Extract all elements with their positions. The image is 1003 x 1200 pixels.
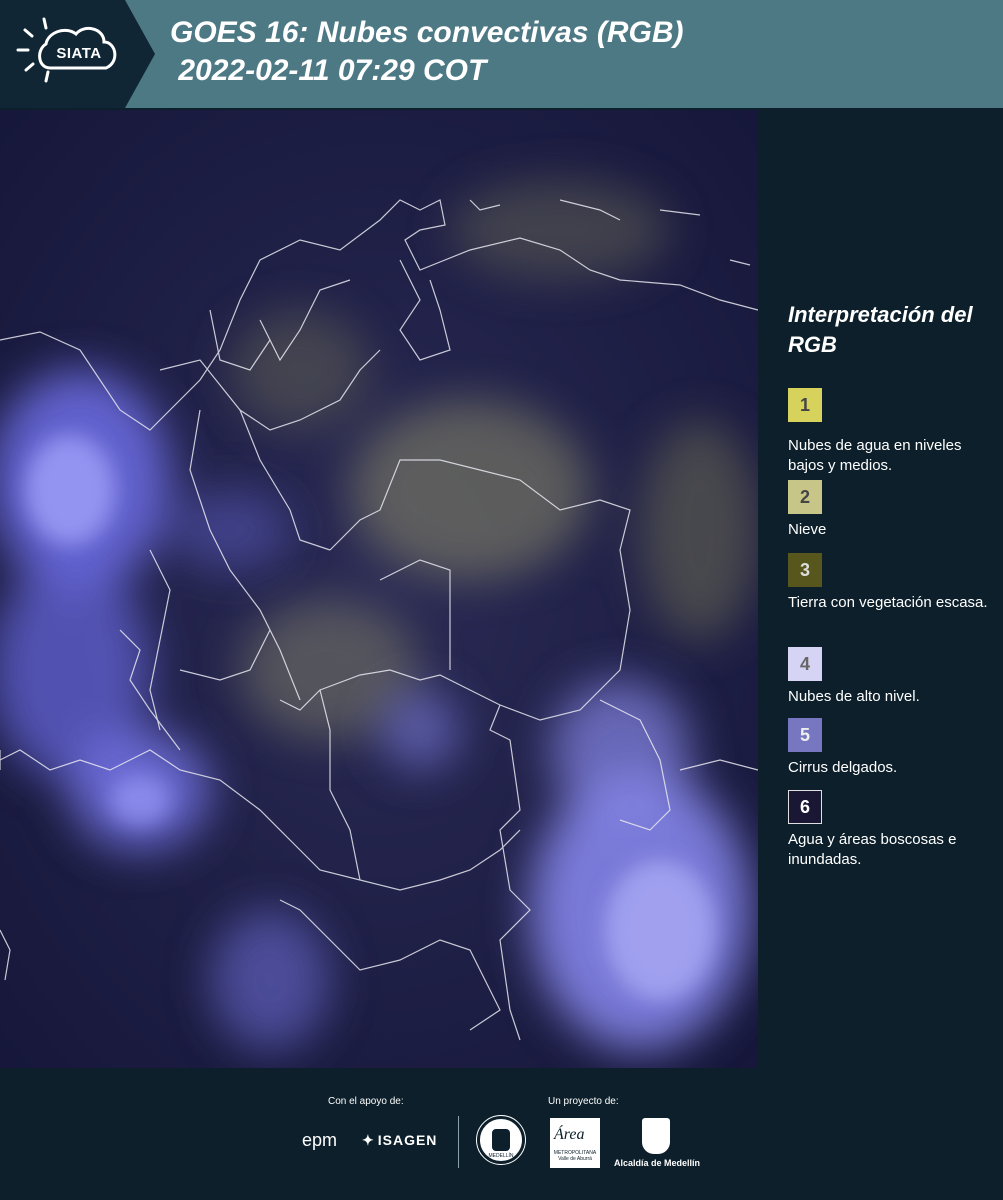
legend-panel: Interpretación del RGB 1 Nubes de agua en…	[770, 110, 1003, 1068]
legend-swatch-6: 6	[788, 790, 822, 824]
legend-swatch-2: 2	[788, 480, 822, 514]
epm-logo: epm	[302, 1130, 338, 1150]
footer-divider	[458, 1116, 459, 1168]
seal-emblem-icon	[492, 1129, 510, 1151]
support-label: Con el apoyo de:	[328, 1096, 404, 1107]
alcaldia-logo: Alcaldía de Medellín	[612, 1118, 702, 1174]
area-metropolitana-logo: Área METROPOLITANA Valle de Aburrá	[550, 1118, 600, 1168]
area-logo-subtext: METROPOLITANA Valle de Aburrá	[553, 1150, 597, 1162]
area-logo-text: Área	[554, 1126, 585, 1143]
legend-label-1: Nubes de agua en niveles bajos y medios.	[788, 437, 962, 474]
footer: Con el apoyo de: Un proyecto de: epm ✦ IS…	[0, 1068, 1003, 1200]
siata-logo-text: SIATA	[56, 45, 102, 62]
page-title: GOES 16: Nubes convectivas (RGB) 2022-02…	[170, 16, 684, 87]
legend-label-2: Nieve	[788, 521, 827, 538]
isagen-logo: ✦ ISAGEN	[362, 1132, 437, 1149]
legend-swatch-3: 3	[788, 553, 822, 587]
legend-swatch-1: 1	[788, 388, 822, 422]
legend-label-5: Cirrus delgados.	[788, 759, 898, 776]
project-label: Un proyecto de:	[548, 1096, 619, 1107]
seal-text: MEDELLÍN	[488, 1153, 514, 1159]
legend-label-6: Agua y áreas boscosas e inundadas.	[788, 831, 957, 868]
siata-logo: SIATA	[0, 0, 155, 108]
legend-title: Interpretación del RGB	[788, 302, 973, 357]
isagen-mark-icon: ✦	[362, 1132, 375, 1148]
alcaldia-shield-icon	[642, 1118, 670, 1154]
medellin-seal-logo: MEDELLÍN	[476, 1115, 526, 1165]
legend-label-4: Nubes de alto nivel.	[788, 688, 920, 705]
legend-label-3: Tierra con vegetación escasa.	[788, 594, 988, 611]
isagen-logo-text: ISAGEN	[377, 1132, 438, 1148]
alcaldia-text: Alcaldía de Medellín	[613, 1158, 701, 1168]
header-bar: SIATA GOES 16: Nubes convectivas (RGB) 2…	[0, 0, 1003, 108]
satellite-map[interactable]	[0, 110, 758, 1068]
legend-swatch-4: 4	[788, 647, 822, 681]
legend-swatch-5: 5	[788, 718, 822, 752]
